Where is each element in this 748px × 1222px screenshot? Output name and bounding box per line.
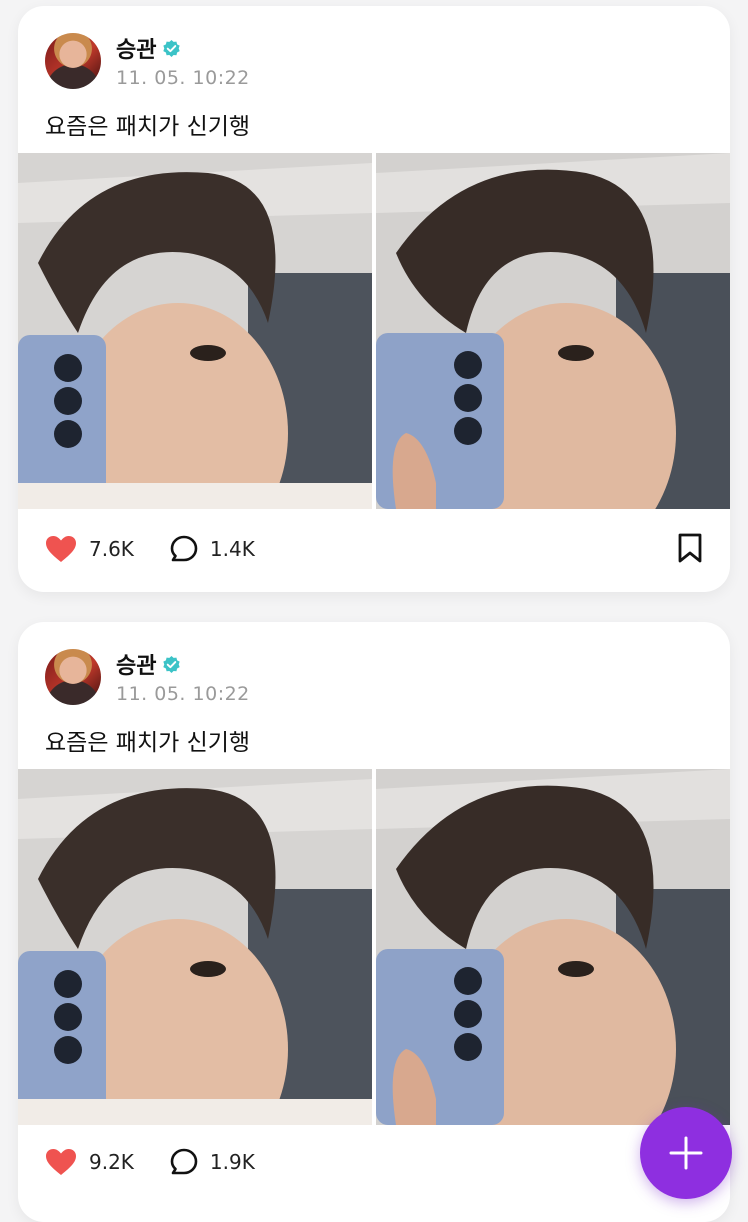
comment-bubble-icon (170, 1148, 198, 1175)
comment-bubble-icon (170, 535, 198, 562)
comment-button[interactable]: 1.4K (170, 535, 255, 563)
comment-count: 1.4K (209, 537, 255, 561)
post-timestamp: 11. 05. 10:22 (116, 67, 250, 89)
like-button[interactable]: 7.6K (45, 535, 134, 563)
post-caption: 요즘은 패치가 신기행 (45, 730, 251, 756)
post-actions: 7.6K 1.4K (45, 529, 703, 569)
author-name[interactable]: 승관 (116, 648, 181, 680)
post-photo[interactable] (18, 153, 372, 509)
heart-icon (46, 1149, 76, 1175)
like-count: 7.6K (89, 537, 134, 561)
post-card: 승관 11. 05. 10:22 요즘은 패치가 신기행 (18, 6, 730, 592)
avatar[interactable] (45, 33, 101, 89)
compose-fab-button[interactable] (640, 1107, 732, 1199)
author-name-text[interactable]: 승관 (116, 648, 156, 680)
post-photo[interactable] (376, 153, 730, 509)
heart-icon (46, 536, 76, 562)
photo-gallery (18, 769, 730, 1125)
comment-count: 1.9K (209, 1150, 255, 1174)
avatar[interactable] (45, 649, 101, 705)
plus-icon (669, 1136, 703, 1170)
like-button[interactable]: 9.2K (45, 1148, 134, 1176)
verified-badge-icon (163, 39, 181, 57)
post-photo[interactable] (18, 769, 372, 1125)
like-count: 9.2K (89, 1150, 134, 1174)
post-actions: 9.2K 1.9K (45, 1142, 703, 1182)
bookmark-icon[interactable] (677, 533, 703, 563)
verified-badge-icon (163, 655, 181, 673)
post-timestamp: 11. 05. 10:22 (116, 683, 250, 705)
post-photo[interactable] (376, 769, 730, 1125)
photo-gallery (18, 153, 730, 509)
author-name[interactable]: 승관 (116, 32, 181, 64)
author-name-text[interactable]: 승관 (116, 32, 156, 64)
post-card: 승관 11. 05. 10:22 요즘은 패치가 신기행 (18, 622, 730, 1222)
post-caption: 요즘은 패치가 신기행 (45, 114, 251, 140)
comment-button[interactable]: 1.9K (170, 1148, 255, 1176)
feed: 승관 11. 05. 10:22 요즘은 패치가 신기행 7.6K 1.4K 승… (0, 0, 748, 1222)
